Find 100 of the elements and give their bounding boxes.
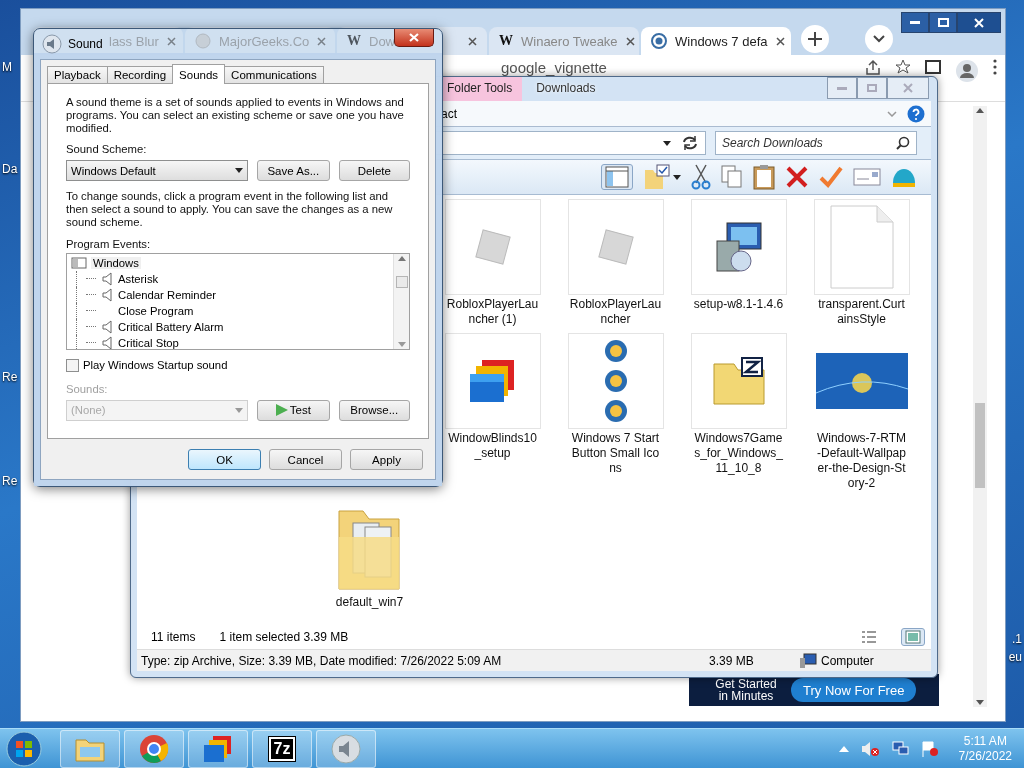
up-arrow-icon <box>397 255 406 261</box>
scheme-dropdown[interactable]: Windows Default <box>66 160 249 182</box>
close-icon <box>903 83 913 93</box>
test-button[interactable]: Test <box>257 399 330 421</box>
tab[interactable]: Communications <box>224 66 324 84</box>
globe-icon <box>195 33 211 49</box>
tab[interactable]: Playback <box>47 66 108 84</box>
windows-orb-icon <box>6 730 42 767</box>
desktop-icon-label[interactable]: eu <box>1008 650 1022 664</box>
close-button[interactable] <box>394 29 434 47</box>
layout-button[interactable] <box>601 164 633 190</box>
copy-icon <box>721 165 743 189</box>
tree-item[interactable]: Close Program <box>118 304 194 317</box>
desktop-icon-label[interactable]: Re <box>2 370 18 384</box>
description-text: A sound theme is a set of sounds applied to events in Windows and programs. You can select an existing scheme or save one you have modified. <box>66 96 405 135</box>
tab[interactable]: Sounds <box>172 64 226 84</box>
file-item[interactable]: default_win7 <box>308 497 431 610</box>
desktop-icon-label[interactable]: M <box>2 60 12 74</box>
tree-item[interactable]: Calendar Reminder <box>118 288 216 301</box>
profile-icon <box>955 59 979 83</box>
check-button[interactable] <box>819 165 843 189</box>
details-view-icon <box>861 630 877 644</box>
folder-check-icon <box>643 164 673 190</box>
checkmark-icon <box>819 165 843 189</box>
details-text: Type: zip Archive, Size: 3.39 MB, Date modified: 7/26/2022 5:09 AM <box>141 653 503 668</box>
minimize-button[interactable] <box>901 12 929 33</box>
wordpress-icon <box>651 33 667 49</box>
status-text: 1 item selected 3.39 MB <box>219 630 349 644</box>
thumbnail-view-button[interactable] <box>901 628 925 646</box>
tree-item[interactable]: Asterisk <box>118 272 159 285</box>
window-title: Downloads <box>535 80 597 97</box>
maximize-icon <box>937 18 949 27</box>
start-button[interactable] <box>4 729 44 768</box>
browser-tab[interactable]: W Winaero Tweake <box>489 27 639 55</box>
address-text[interactable]: google_vignette <box>501 59 607 76</box>
speaker-icon <box>42 34 62 54</box>
play-icon <box>275 404 288 417</box>
tab-search-button[interactable] <box>865 25 893 53</box>
scrollbar[interactable] <box>393 253 409 349</box>
taskbar-app-button[interactable] <box>316 729 376 768</box>
delete-button[interactable]: Delete <box>338 160 410 182</box>
delete-button[interactable] <box>785 165 809 189</box>
menu-icon <box>993 59 997 75</box>
checkbox-label: Play Windows Startup sound <box>83 359 228 372</box>
caret-icon <box>235 407 244 413</box>
browser-icon <box>139 733 169 764</box>
zip-folder-icon <box>711 356 766 406</box>
refresh-icon <box>681 135 699 151</box>
search-field[interactable]: Search Downloads <box>715 131 917 155</box>
dialog-button[interactable]: OK <box>188 449 261 470</box>
select-folder-button[interactable] <box>643 164 681 190</box>
card-icon <box>853 167 881 187</box>
dialog-button[interactable]: Cancel <box>269 449 342 470</box>
close-button[interactable] <box>957 12 1001 33</box>
dialog-button[interactable]: Apply <box>350 449 423 470</box>
taskbar-app-button[interactable] <box>60 729 120 768</box>
close-icon <box>625 36 635 46</box>
close-icon <box>409 33 419 42</box>
save-as-button[interactable]: Save As... <box>257 160 330 182</box>
cut-button[interactable] <box>691 164 711 190</box>
muted-speaker-icon <box>860 740 879 757</box>
scroll-thumb[interactable] <box>975 403 985 488</box>
taskbar-app-button[interactable]: 7z <box>252 729 312 768</box>
tree-item[interactable]: Windows <box>91 256 141 269</box>
ad-text: Get Started in Minutes <box>714 678 778 702</box>
image-icon <box>905 630 921 644</box>
taskbar-app-button[interactable] <box>124 729 184 768</box>
desktop-icon-label[interactable]: Re <box>2 474 18 488</box>
file-item[interactable]: Windows7Games_for_Windows_11_10_8 <box>677 333 800 491</box>
copy-button[interactable] <box>721 165 743 189</box>
browse-button[interactable]: Browse... <box>338 399 410 421</box>
scroll-thumb[interactable] <box>395 276 408 289</box>
tree-item[interactable]: Critical Battery Alarm <box>118 320 224 333</box>
up-arrow-icon <box>976 108 984 113</box>
tab[interactable]: Recording <box>106 66 174 84</box>
layout-icon <box>605 166 629 188</box>
scissors-icon <box>691 164 711 190</box>
file-item[interactable]: Windows 7 Start Button Small Icons <box>554 333 677 491</box>
close-icon <box>468 36 477 46</box>
letter-logo-icon: W <box>499 33 513 49</box>
plus-icon <box>808 32 822 46</box>
desktop-icon-label[interactable]: Da <box>2 162 18 176</box>
new-tab-button[interactable] <box>801 25 829 53</box>
scrollbar[interactable] <box>973 106 987 707</box>
rename-button[interactable] <box>853 167 881 187</box>
up-arrow-icon <box>838 745 849 752</box>
desktop-icon-label[interactable]: .1 <box>1012 632 1022 646</box>
paste-button[interactable] <box>753 164 775 190</box>
location-text: Computer <box>821 653 875 668</box>
file-item[interactable]: Windows-7-RTM-Default-Wallpaper-the-Design-Story-2 <box>800 333 923 491</box>
window-icon <box>71 256 87 269</box>
field-label: Sound Scheme: <box>66 143 148 156</box>
taskbar-app-button[interactable] <box>188 729 248 768</box>
tree-item[interactable]: Critical Stop <box>118 336 179 349</box>
try-button[interactable]: Try Now For Free <box>791 678 917 702</box>
browser-tab[interactable]: Windows 7 defa <box>641 27 791 55</box>
checkbox[interactable] <box>66 358 79 372</box>
window-icon <box>925 59 941 75</box>
maximize-button[interactable] <box>929 12 957 33</box>
field-label: Sounds: <box>66 382 109 395</box>
